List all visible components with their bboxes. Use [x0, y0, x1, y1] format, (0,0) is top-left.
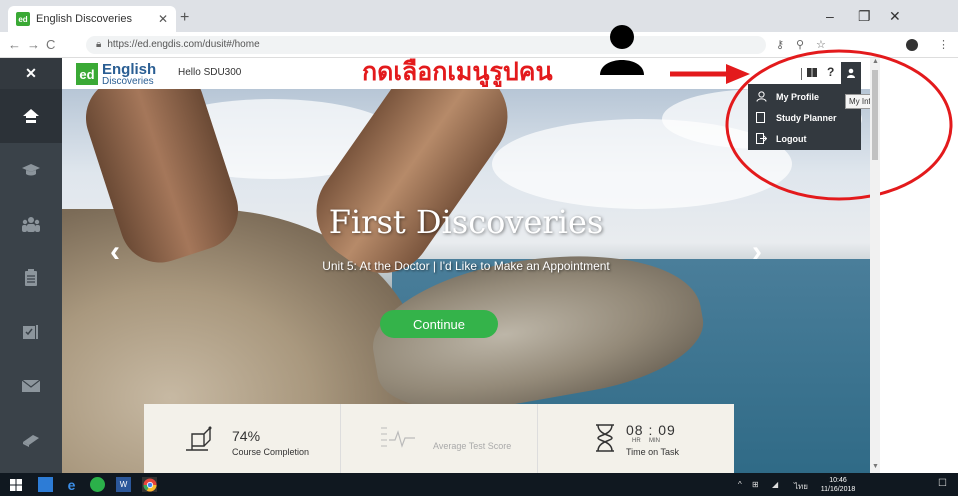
browser-tab-bar: ed English Discoveries ✕ + – ❐ ✕: [0, 0, 958, 32]
sidebar-item-messages[interactable]: [0, 359, 62, 413]
graduation-cap-icon: [22, 164, 40, 176]
continue-button[interactable]: Continue: [380, 310, 498, 338]
course-completion-stat[interactable]: 74% Course Completion: [144, 404, 341, 473]
community-icon: [22, 217, 40, 232]
line-app-icon[interactable]: [90, 477, 105, 492]
minimize-button[interactable]: –: [826, 8, 834, 24]
logo-mark: ed: [76, 63, 98, 85]
windows-start-icon[interactable]: [8, 477, 23, 492]
dictionary-icon: [23, 435, 39, 447]
favicon-icon: ed: [16, 12, 30, 26]
instruction-annotation: กดเลือกเมนูรูปคน: [362, 57, 553, 86]
person-icon: [600, 25, 644, 75]
time-units: HR MIN: [632, 438, 660, 444]
time-value: 08 : 09: [626, 422, 676, 438]
completion-label: Course Completion: [232, 447, 310, 457]
sidebar-item-assignments[interactable]: [0, 305, 62, 359]
test-score-label: Average Test Score: [433, 441, 512, 451]
tab-title: English Discoveries: [36, 13, 132, 25]
sidebar: [0, 89, 62, 473]
sidebar-item-dictionary[interactable]: [0, 413, 62, 467]
edge-icon[interactable]: e: [64, 477, 79, 493]
sidebar-item-courses[interactable]: [0, 143, 62, 197]
url-text: https://ed.engdis.com/dusit#/home: [107, 39, 260, 50]
stats-panel: 74% Course Completion Average Test Score…: [144, 404, 734, 473]
minute-unit: MIN: [649, 438, 661, 444]
page-scrollbar[interactable]: ▲ ▼: [870, 58, 880, 473]
volume-icon[interactable]: ◢: [772, 480, 778, 489]
annotation-ellipse: [725, 49, 953, 201]
hourglass-icon: [596, 424, 614, 452]
scrollbar-thumb[interactable]: [872, 70, 878, 160]
chevron-left-icon[interactable]: ‹: [110, 235, 120, 269]
forward-icon[interactable]: →: [27, 37, 40, 52]
clock-time: 10:46: [829, 477, 847, 484]
hour-unit: HR: [632, 438, 641, 444]
window-close-button[interactable]: ✕: [889, 8, 901, 25]
sidebar-item-home[interactable]: [0, 89, 62, 143]
flag-icon: [186, 426, 212, 451]
network-icon[interactable]: ⊞: [752, 480, 759, 489]
task-view-icon[interactable]: [38, 477, 53, 492]
taskbar-clock[interactable]: 10:46 11/16/2018: [818, 476, 858, 494]
chevron-right-icon[interactable]: ›: [752, 235, 762, 269]
screen: ed English Discoveries ✕ + – ❐ ✕ ← → C 🔒…: [0, 0, 958, 496]
chrome-icon[interactable]: [142, 477, 157, 492]
scroll-up-icon[interactable]: ▲: [872, 58, 879, 65]
close-menu-button[interactable]: ✕: [0, 58, 62, 89]
tray-chevron-icon[interactable]: ^: [738, 480, 742, 489]
reload-icon[interactable]: C: [46, 37, 55, 52]
logo-line2: Discoveries: [102, 76, 154, 87]
sidebar-item-community[interactable]: [0, 197, 62, 251]
time-label: Time on Task: [626, 447, 680, 457]
clock-date: 11/16/2018: [820, 486, 856, 493]
lock-icon: 🔒︎: [96, 39, 102, 50]
browser-tab[interactable]: ed English Discoveries ✕: [8, 6, 176, 32]
time-on-task-stat[interactable]: 08 : 09 HR MIN Time on Task: [538, 404, 734, 473]
mail-icon: [22, 380, 40, 392]
notification-icon[interactable]: ☐: [938, 478, 947, 489]
scroll-down-icon[interactable]: ▼: [872, 463, 879, 470]
unit-subtitle: Unit 5: At the Doctor | I'd Like to Make…: [322, 259, 610, 273]
home-icon: [23, 109, 39, 123]
taskbar: e W ^ ⊞ ◢ ไทย 10:46 11/16/2018 ☐: [0, 473, 958, 496]
pulse-chart-icon: [381, 427, 415, 448]
tab-close-icon[interactable]: ✕: [158, 12, 168, 26]
completion-value: 74%: [232, 428, 261, 444]
new-tab-icon[interactable]: +: [180, 9, 189, 27]
clipboard-icon: [25, 269, 37, 286]
test-score-stat[interactable]: Average Test Score: [341, 404, 538, 473]
course-title: First Discoveries: [328, 203, 604, 241]
input-language[interactable]: ไทย: [794, 480, 808, 493]
maximize-button[interactable]: ❐: [858, 8, 871, 25]
sidebar-item-tests[interactable]: [0, 251, 62, 305]
word-icon[interactable]: W: [116, 477, 131, 492]
assignments-icon: [23, 325, 38, 339]
user-greeting: Hello SDU300: [178, 67, 242, 78]
back-icon[interactable]: ←: [8, 37, 21, 52]
